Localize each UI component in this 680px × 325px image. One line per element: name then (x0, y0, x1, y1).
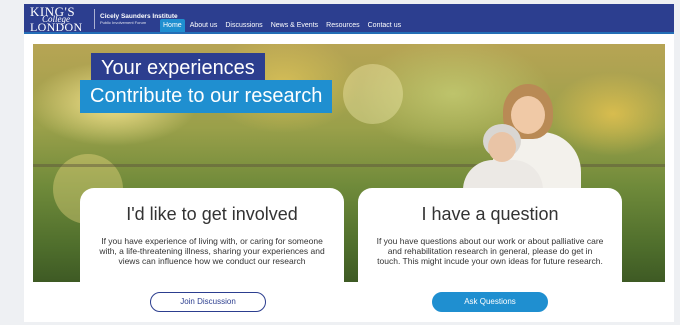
site-header: KING'S College LONDON Cicely Saunders In… (24, 4, 674, 34)
kings-college-logo[interactable]: KING'S College LONDON (30, 5, 88, 33)
brand-divider (94, 9, 95, 29)
nav-underline (24, 32, 674, 34)
page: KING'S College LONDON Cicely Saunders In… (24, 4, 674, 322)
hero-bokeh (343, 64, 403, 124)
nav-item-contact-us[interactable]: Contact us (365, 19, 404, 32)
nav-item-home[interactable]: Home (160, 19, 185, 32)
card-title: I have a question (421, 204, 559, 224)
join-discussion-button[interactable]: Join Discussion (150, 292, 266, 312)
nav-item-about-us[interactable]: About us (187, 19, 221, 32)
card-title: I'd like to get involved (126, 204, 298, 224)
card-body: If you have questions about our work or … (376, 236, 604, 266)
nav-item-discussions[interactable]: Discussions (222, 19, 265, 32)
card-body: If you have experience of living with, o… (99, 236, 325, 266)
nav-item-news-events[interactable]: News & Events (268, 19, 321, 32)
carer-face (511, 96, 545, 134)
main-nav: Home About us Discussions News & Events … (160, 19, 404, 32)
nav-item-resources[interactable]: Resources (323, 19, 362, 32)
hero-headline-line-2: Contribute to our research (80, 80, 333, 113)
patient-face (488, 132, 516, 162)
ask-questions-button[interactable]: Ask Questions (432, 292, 548, 312)
